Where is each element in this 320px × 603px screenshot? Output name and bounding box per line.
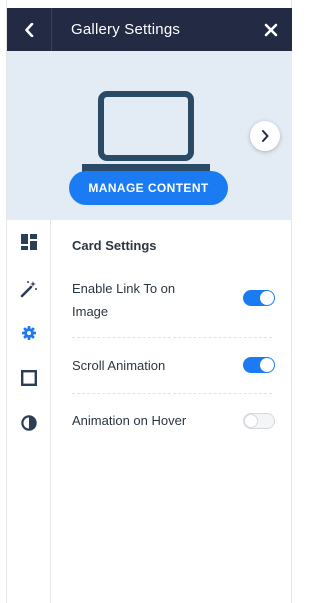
setting-row-animation-hover: Animation on Hover: [72, 393, 275, 449]
setting-label: Enable Link To on Image: [72, 281, 176, 319]
toggle-knob: [260, 358, 274, 372]
square-icon: [20, 370, 37, 386]
gear-icon: [21, 326, 36, 340]
close-button[interactable]: [260, 8, 282, 51]
setting-label: Animation on Hover: [72, 413, 187, 428]
animation-hover-toggle[interactable]: [243, 413, 275, 429]
toggle-knob: [244, 414, 258, 428]
panel-header: Gallery Settings: [7, 8, 292, 51]
gallery-settings-panel: Gallery Settings MANAGE CONTENT Card Set…: [6, 0, 292, 603]
enable-link-toggle[interactable]: [243, 290, 275, 306]
magic-wand-icon: [20, 281, 37, 298]
next-button[interactable]: [250, 121, 280, 151]
settings-sidebar: [7, 220, 51, 603]
close-icon: [264, 23, 278, 36]
sidebar-item-settings[interactable]: [7, 311, 50, 355]
chevron-right-icon: [262, 130, 269, 142]
chevron-left-icon: [25, 22, 34, 37]
sidebar-item-effects[interactable]: [7, 267, 50, 311]
setting-row-scroll-animation: Scroll Animation: [72, 337, 275, 394]
contrast-icon: [20, 415, 37, 431]
section-title: Card Settings: [72, 238, 157, 253]
sidebar-item-layout[interactable]: [7, 220, 50, 264]
layout-icon: [20, 234, 37, 250]
scroll-animation-toggle[interactable]: [243, 357, 275, 373]
sidebar-item-contrast[interactable]: [7, 401, 50, 445]
toggle-knob: [260, 291, 274, 305]
back-button[interactable]: [7, 8, 52, 51]
setting-row-enable-link: Enable Link To on Image: [72, 275, 275, 338]
setting-label: Scroll Animation: [72, 358, 166, 373]
panel-title: Gallery Settings: [71, 21, 181, 38]
sidebar-item-border[interactable]: [7, 356, 50, 400]
laptop-icon: [82, 91, 210, 172]
preview-area: MANAGE CONTENT: [7, 51, 292, 220]
manage-content-button[interactable]: MANAGE CONTENT: [69, 171, 228, 205]
